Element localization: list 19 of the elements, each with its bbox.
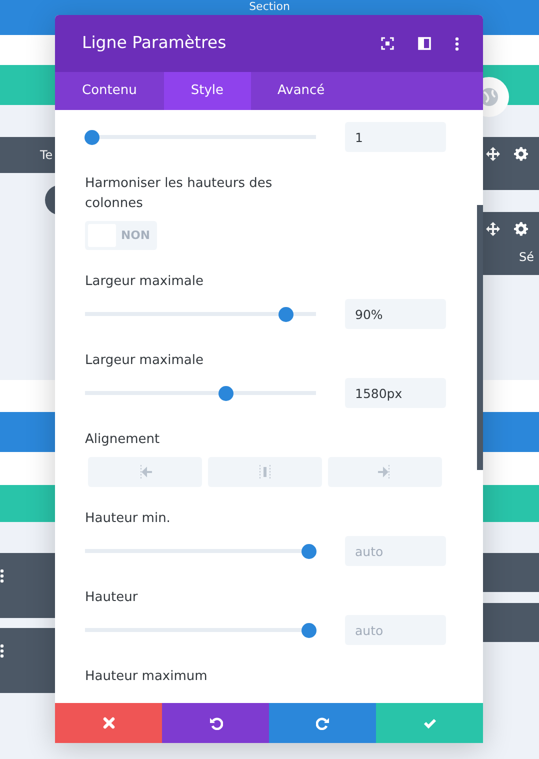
module-label: Te: [40, 147, 53, 164]
value-field[interactable]: 1: [345, 122, 446, 152]
module-label: Sé: [519, 248, 535, 266]
section-label: Section: [248, 0, 291, 13]
value-field[interactable]: 1580px: [345, 378, 446, 408]
tab[interactable]: Avancé: [250, 72, 352, 110]
setting-label: Largeur maximale: [85, 273, 204, 291]
setting-label: Alignement: [85, 431, 161, 449]
panel-title: Ligne Paramètres: [82, 32, 226, 54]
value-field[interactable]: auto: [345, 615, 446, 645]
value-field[interactable]: 90%: [345, 299, 446, 329]
value-field[interactable]: auto: [345, 536, 446, 566]
setting-label: Hauteur maximum: [85, 668, 208, 686]
setting-label: Hauteur: [85, 589, 139, 607]
setting-label: Hauteur min.: [85, 510, 172, 528]
setting-label: Harmoniser les hauteurs des colonnes: [85, 175, 274, 213]
tab[interactable]: Style: [164, 72, 250, 110]
setting-label: Largeur maximale: [85, 352, 204, 370]
tab[interactable]: Contenu: [55, 72, 164, 110]
